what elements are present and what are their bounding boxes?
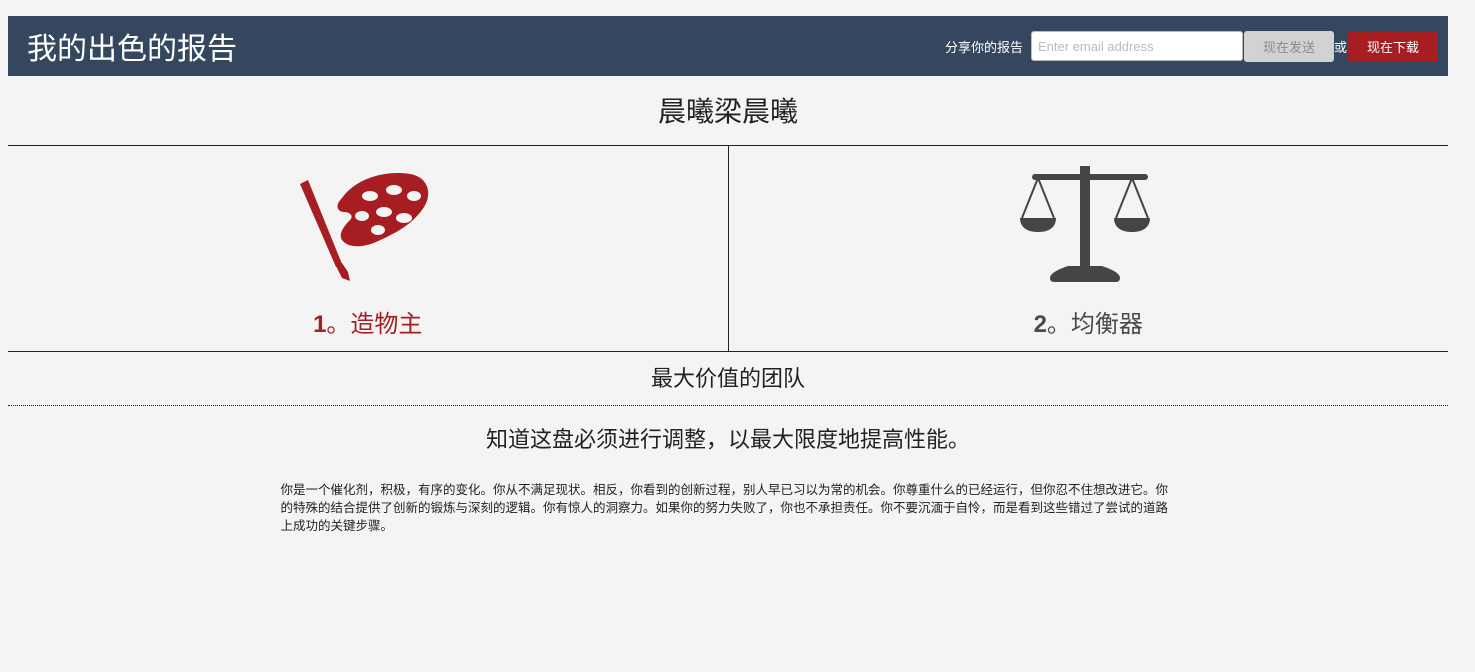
header-bar: 我的出色的报告 分享你的报告 现在发送 或 现在下载 [8, 16, 1448, 76]
strength-name: 均衡器 [1070, 310, 1143, 338]
share-label: 分享你的报告 [944, 40, 1023, 56]
or-label: 或 [1333, 40, 1347, 56]
strength-separator: 。 [1046, 310, 1071, 338]
strength-name: 造物主 [350, 310, 423, 338]
palette-icon [299, 173, 428, 281]
strength-number: 1 [313, 311, 327, 338]
strengths-row: 1。造物主 2。均衡器 [8, 145, 1448, 352]
send-now-button[interactable]: 现在发送 [1243, 30, 1334, 62]
person-name: 晨曦梁晨曦 [657, 95, 798, 128]
report-page: 我的出色的报告 分享你的报告 现在发送 或 现在下载 晨曦梁晨曦 [8, 16, 1448, 535]
scales-icon [1020, 166, 1151, 282]
description-paragraph: 你是一个催化剂，积极，有序的变化。你从不满足现状。相反，你看到的创新过程，别人早… [280, 482, 1169, 533]
strength-number: 2 [1033, 311, 1047, 338]
share-section: 分享你的报告 现在发送 或 现在下载 [945, 30, 1438, 62]
strength-label-creator: 1。造物主 [8, 304, 728, 339]
strength-separator: 。 [326, 310, 351, 338]
team-section-title: 最大价值的团队 [8, 352, 1448, 406]
email-input[interactable] [1030, 31, 1243, 61]
strength-card-creator: 1。造物主 [8, 146, 728, 351]
app-title: 我的出色的报告 [27, 32, 237, 67]
strength-card-balancer: 2。均衡器 [727, 146, 1449, 351]
strength-label-balancer: 2。均衡器 [729, 304, 1449, 339]
section-subtitle: 知道这盘必须进行调整，以最大限度地提高性能。 [485, 428, 970, 453]
download-now-button[interactable]: 现在下载 [1348, 30, 1438, 62]
